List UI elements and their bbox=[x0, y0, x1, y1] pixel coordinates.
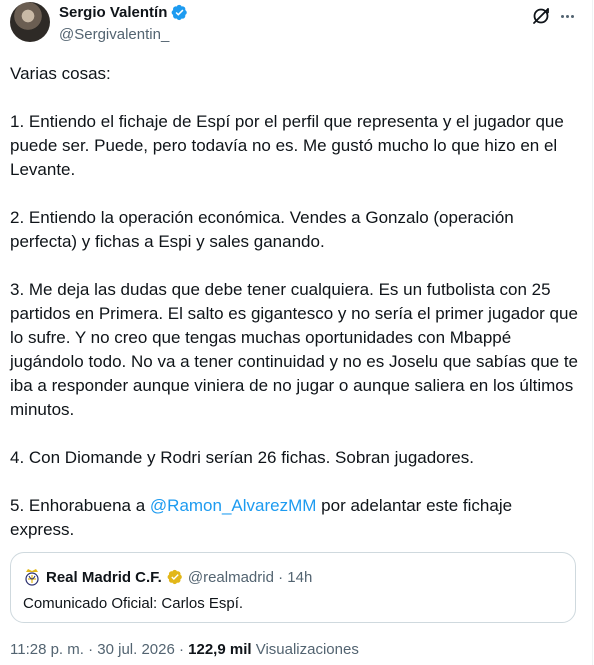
tweet-point-4: 4. Con Diomande y Rodri serían 26 fichas… bbox=[10, 448, 474, 467]
quoted-name: Real Madrid C.F. bbox=[46, 568, 162, 586]
tweet-meta: 11:28 p. m. · 30 jul. 2026 · 122,9 mil V… bbox=[10, 641, 359, 658]
quoted-tweet[interactable]: Real Madrid C.F. @realmadrid · 14h Comun… bbox=[10, 552, 576, 623]
tweet-point-5: 5. Enhorabuena a @Ramon_AlvarezMM por ad… bbox=[10, 494, 578, 542]
quoted-handle-time: @realmadrid · 14h bbox=[187, 568, 313, 586]
quoted-text: Comunicado Oficial: Carlos Espí. bbox=[23, 595, 244, 612]
more-dot bbox=[570, 14, 574, 18]
more-dot bbox=[565, 14, 569, 18]
tweet-point-3: 3. Me deja las dudas que debe tener cual… bbox=[10, 280, 579, 419]
verified-badge-icon bbox=[171, 4, 188, 21]
grok-icon[interactable] bbox=[531, 6, 551, 26]
author-name-row: Sergio Valentín bbox=[59, 4, 188, 21]
timestamp[interactable]: 11:28 p. m. · 30 jul. 2026 · bbox=[10, 641, 188, 658]
tweet-intro: Varias cosas: bbox=[10, 64, 111, 83]
more-dot bbox=[560, 14, 564, 18]
tweet-text: Varias cosas: 1. Entiendo el fichaje de … bbox=[10, 62, 578, 566]
tweet-card: Sergio Valentín @Sergivalentin_ Varias c… bbox=[0, 0, 593, 665]
author-handle[interactable]: @Sergivalentin_ bbox=[59, 26, 169, 43]
mention-link[interactable]: @Ramon_AlvarezMM bbox=[150, 496, 317, 515]
tweet-point-2: 2. Entiendo la operación económica. Vend… bbox=[10, 208, 514, 251]
tweet-point-1: 1. Entiendo el fichaje de Espí por el pe… bbox=[10, 112, 564, 179]
real-madrid-crest-icon bbox=[25, 569, 39, 586]
tweet-point-5-start: 5. Enhorabuena a bbox=[10, 496, 150, 515]
views-count: 122,9 mil bbox=[188, 641, 252, 658]
more-icon[interactable] bbox=[556, 6, 578, 26]
avatar[interactable] bbox=[10, 2, 50, 42]
gold-verified-icon bbox=[167, 569, 182, 585]
quoted-header: Real Madrid C.F. @realmadrid · 14h bbox=[23, 567, 312, 587]
author-name[interactable]: Sergio Valentín bbox=[59, 4, 167, 21]
views-label: Visualizaciones bbox=[251, 641, 359, 658]
